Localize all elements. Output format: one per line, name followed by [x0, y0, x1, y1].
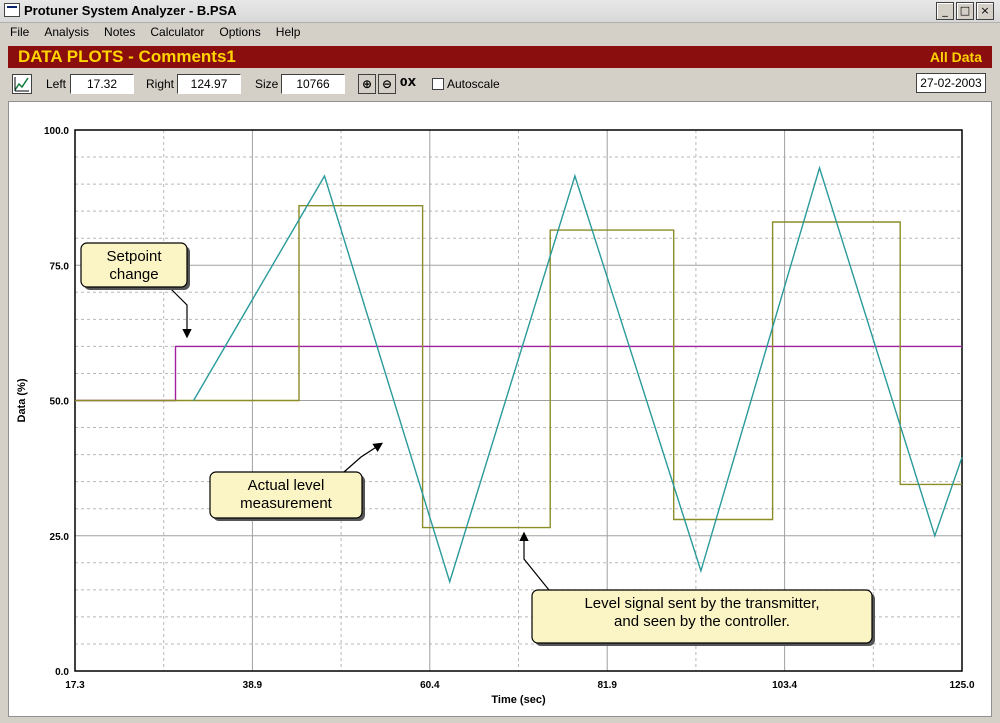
zoom-in-icon[interactable]: ⊕ — [358, 74, 376, 94]
reset-zoom-button[interactable]: 0X — [399, 74, 417, 94]
menu-notes[interactable]: Notes — [95, 25, 141, 39]
transmitter-signal-callout-text: Level signal sent by the transmitter, — [584, 595, 819, 612]
title-bar: Protuner System Analyzer - B.PSA _ □ × — [0, 0, 1000, 23]
banner-title: DATA PLOTS - Comments1 — [18, 47, 236, 66]
close-button[interactable]: × — [976, 2, 994, 20]
right-input[interactable] — [177, 74, 241, 94]
transmitter-signal-arrow — [519, 531, 550, 591]
x-tick-label: 103.4 — [772, 680, 797, 691]
menu-bar: File Analysis Notes Calculator Options H… — [0, 22, 1000, 42]
y-tick-label: 0.0 — [55, 667, 69, 678]
data-plot-chart: 0.0 25.0 50.0 75.0 100.0 17.3 38.9 60.4 81.9 103.… — [16, 126, 975, 706]
zoom-out-icon[interactable]: ⊖ — [378, 74, 396, 94]
x-tick-label: 38.9 — [243, 680, 263, 691]
x-tick-label: 17.3 — [65, 680, 85, 691]
minimize-button[interactable]: _ — [936, 2, 954, 20]
menu-calculator[interactable]: Calculator — [141, 25, 210, 39]
y-tick-label: 100.0 — [44, 126, 69, 137]
menu-analysis[interactable]: Analysis — [35, 25, 95, 39]
x-axis-label: Time (sec) — [491, 694, 546, 706]
chart-area: 0.0 25.0 50.0 75.0 100.0 17.3 38.9 60.4 81.9 103.… — [8, 101, 992, 717]
transmitter-signal-callout-text: and seen by the controller. — [614, 613, 790, 630]
y-tick-label: 25.0 — [50, 532, 70, 543]
y-tick-label: 50.0 — [50, 397, 70, 408]
window-controls: _ □ × — [936, 2, 994, 20]
left-input[interactable] — [70, 74, 134, 94]
banner-all-data: All Data — [929, 49, 982, 65]
date-display: 27-02-2003 — [916, 73, 986, 93]
plot-toolbar: Left Right Size ⊕ ⊖ 0X Autoscale 27-02-2… — [8, 70, 992, 98]
menu-help[interactable]: Help — [267, 25, 307, 39]
y-tick-label: 75.0 — [50, 261, 70, 272]
maximize-button[interactable]: □ — [956, 2, 974, 20]
size-input[interactable] — [281, 74, 345, 94]
x-tick-label: 81.9 — [597, 680, 617, 691]
autoscale-label: Autoscale — [447, 77, 500, 91]
window-title: Protuner System Analyzer - B.PSA — [24, 3, 237, 18]
actual-level-callout-text: measurement — [240, 495, 333, 512]
setpoint-arrow — [168, 286, 192, 339]
app-icon — [4, 3, 20, 17]
line-chart-icon[interactable] — [12, 74, 32, 94]
menu-file[interactable]: File — [0, 25, 35, 39]
right-label: Right — [146, 77, 175, 91]
x-tick-label: 125.0 — [949, 680, 974, 691]
x-tick-label: 60.4 — [420, 680, 440, 691]
data-plots-banner: DATA PLOTS - Comments1 All Data — [8, 46, 992, 68]
autoscale-checkbox[interactable] — [432, 78, 444, 90]
setpoint-change-callout-text: change — [109, 266, 158, 283]
y-axis-label: Data (%) — [16, 378, 28, 422]
size-label: Size — [255, 77, 279, 91]
actual-level-callout-text: Actual level — [248, 477, 325, 494]
menu-options[interactable]: Options — [210, 25, 266, 39]
setpoint-change-callout-text: Setpoint — [106, 248, 162, 265]
left-label: Left — [46, 77, 67, 91]
actual-level-arrow — [343, 442, 384, 473]
